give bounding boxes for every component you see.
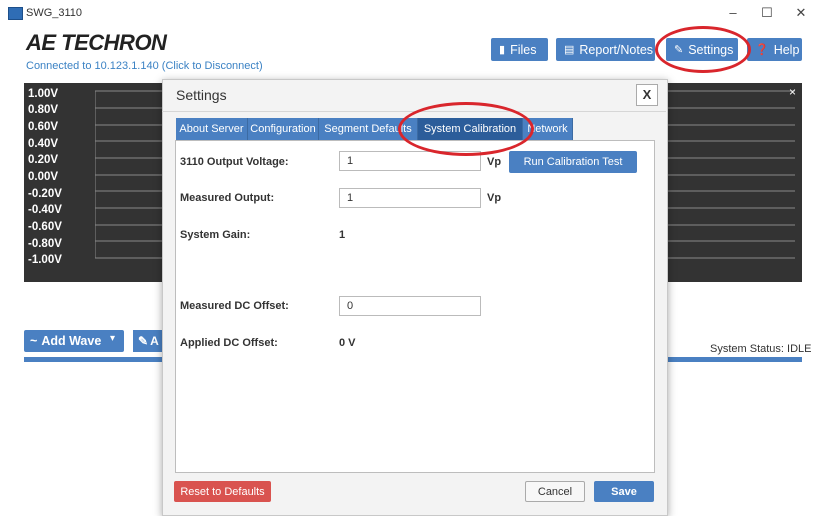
question-icon: ❓ (755, 44, 769, 56)
system-gain-label: System Gain: (180, 229, 251, 241)
output-voltage-unit: Vp (487, 156, 502, 168)
minimize-button[interactable]: – (718, 4, 748, 22)
add-wave-button[interactable]: ~ Add Wave (24, 330, 124, 352)
wave-icon: ~ (30, 334, 38, 348)
y-tick-label: -0.60V (28, 221, 62, 233)
window-title: SWG_3110 (26, 7, 83, 19)
y-tick-label: 0.20V (28, 154, 59, 166)
run-calibration-button[interactable]: Run Calibration Test (509, 151, 637, 173)
cancel-button[interactable]: Cancel (525, 481, 585, 502)
logo: AE TECHRON (26, 30, 167, 55)
y-tick-label: 0.00V (28, 171, 59, 183)
clipboard-icon: ▤ (564, 44, 575, 56)
y-tick-label: -1.00V (28, 254, 62, 266)
report-button-label: Report/Notes (579, 42, 654, 57)
help-button-label: Help (773, 42, 800, 57)
y-tick-label: 0.60V (28, 121, 59, 133)
y-tick-label: 0.80V (28, 104, 59, 116)
applied-dc-offset-value: 0 V (339, 337, 356, 349)
files-button[interactable]: ▮ Files (491, 38, 548, 61)
app-icon (8, 7, 23, 20)
second-toolbar-label: A (150, 334, 159, 348)
chevron-down-icon[interactable]: ▾ (110, 333, 115, 344)
applied-dc-offset-label: Applied DC Offset: (180, 337, 278, 349)
tab-configuration[interactable]: Configuration (248, 118, 319, 140)
y-tick-label: 1.00V (28, 88, 59, 100)
report-notes-button[interactable]: ▤ Report/Notes (556, 38, 655, 61)
add-wave-label: Add Wave (41, 334, 102, 348)
folder-icon: ▮ (499, 44, 506, 56)
measured-dc-offset-label: Measured DC Offset: (180, 300, 289, 312)
system-gain-value: 1 (339, 229, 346, 241)
title-bar (0, 0, 814, 26)
help-button[interactable]: ❓ Help (747, 38, 802, 61)
annotation-oval-system-calibration (398, 102, 534, 156)
measured-dc-offset-input[interactable]: 0 (339, 296, 481, 316)
chart-close-icon[interactable]: × (789, 85, 796, 99)
y-tick-label: -0.40V (28, 204, 62, 216)
save-button[interactable]: Save (594, 481, 654, 502)
system-status: System Status: IDLE (710, 343, 812, 355)
annotation-oval-settings (655, 26, 751, 73)
dialog-title: Settings (176, 87, 227, 103)
measured-output-input[interactable]: 1 (339, 188, 481, 208)
y-tick-label: -0.20V (28, 188, 62, 200)
files-button-label: Files (510, 42, 537, 57)
tab-about-server[interactable]: About Server (176, 118, 248, 140)
second-toolbar-button[interactable]: ✎ A (133, 330, 163, 352)
reset-defaults-button[interactable]: Reset to Defaults (174, 481, 271, 502)
y-tick-label: 0.40V (28, 138, 59, 150)
measured-output-unit: Vp (487, 192, 502, 204)
measured-output-label: Measured Output: (180, 192, 275, 204)
output-voltage-label: 3110 Output Voltage: (180, 156, 289, 168)
maximize-button[interactable]: ☐ (752, 4, 782, 22)
wrench-icon: ✎ (138, 334, 149, 348)
connection-link[interactable]: Connected to 10.123.1.140 (Click to Disc… (26, 60, 263, 72)
y-tick-label: -0.80V (28, 238, 62, 250)
dialog-close-button[interactable]: X (636, 84, 658, 106)
close-window-button[interactable]: ✕ (786, 4, 814, 22)
